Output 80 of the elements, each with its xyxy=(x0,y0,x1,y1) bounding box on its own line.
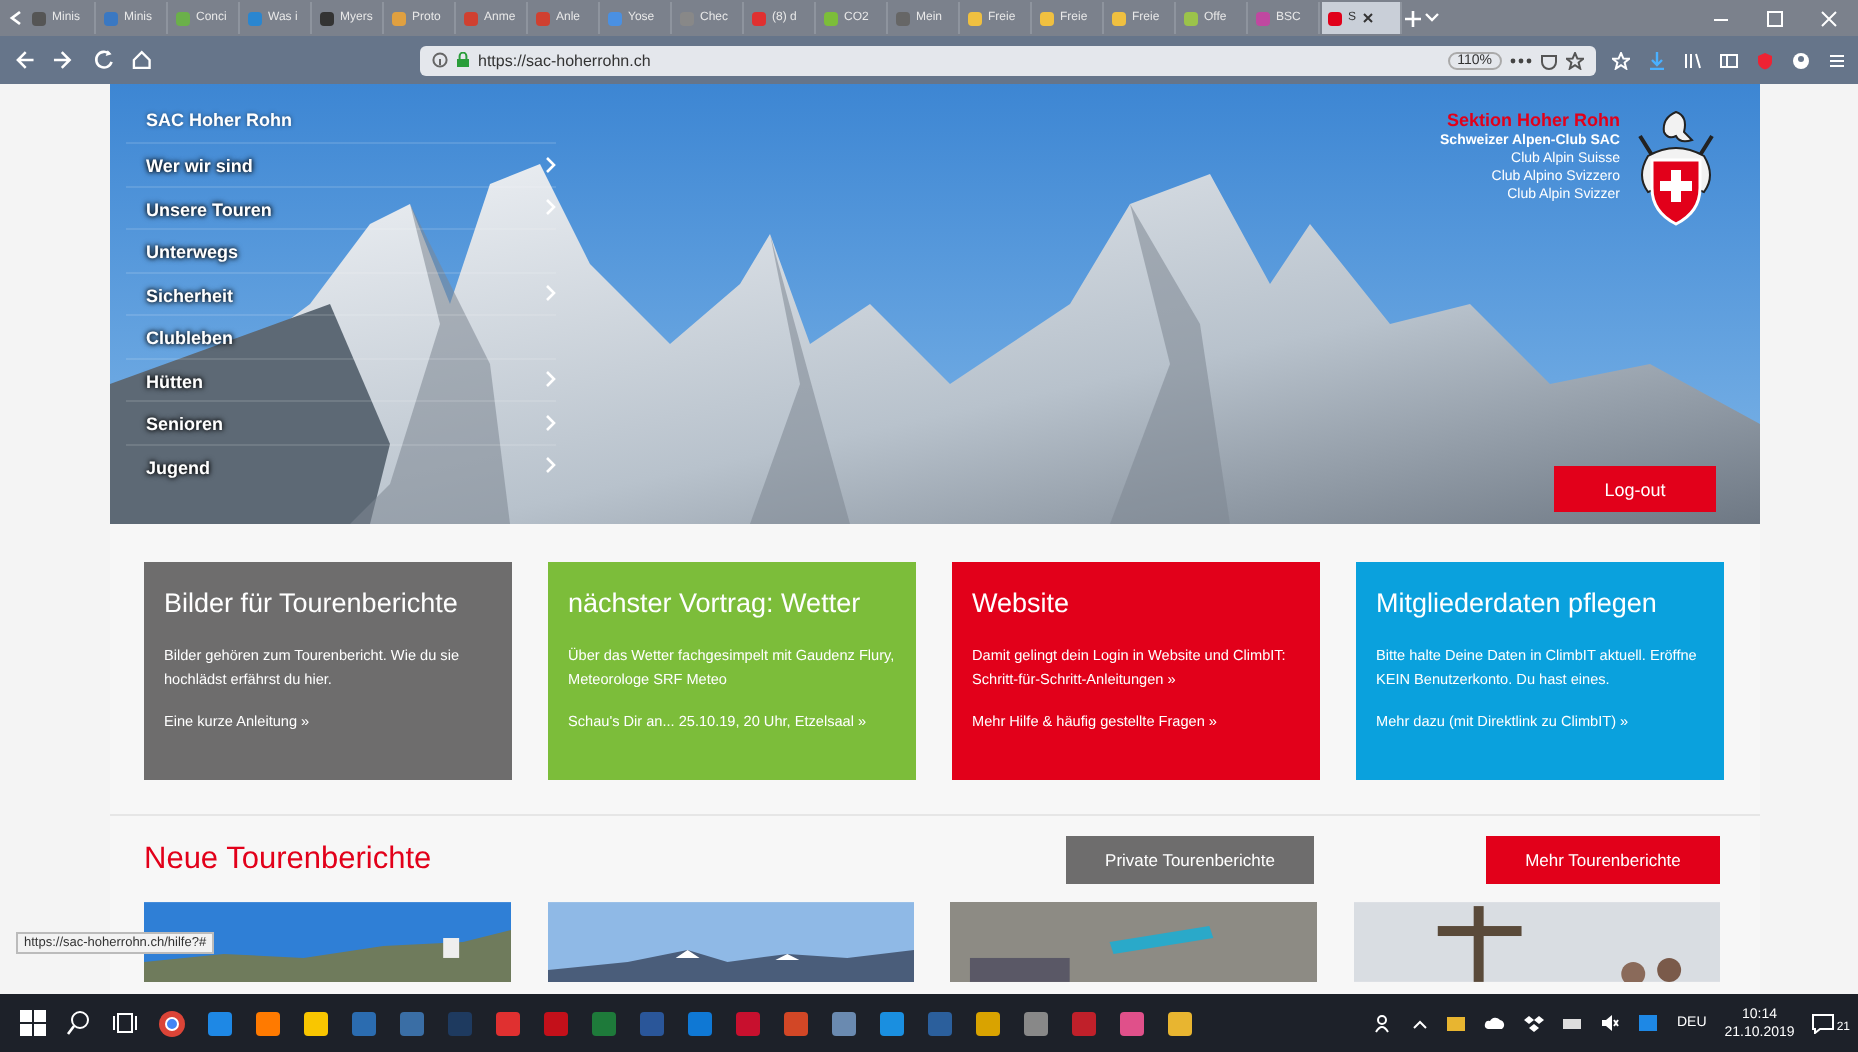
maximize-icon[interactable] xyxy=(1766,9,1784,27)
favicon-icon xyxy=(104,11,118,25)
card-title: nächster Vortrag: Wetter xyxy=(568,588,863,618)
box-icon[interactable] xyxy=(1524,1014,1545,1032)
chevron-icon xyxy=(544,155,556,174)
notification-icon[interactable] xyxy=(1812,1013,1835,1033)
star-icon[interactable] xyxy=(1565,51,1584,69)
card-title: Website xyxy=(972,588,1072,618)
mail-icon[interactable] xyxy=(1446,1015,1467,1031)
taskbar-app-icon[interactable] xyxy=(158,1009,186,1037)
favicon-icon xyxy=(392,11,406,25)
logout-button[interactable]: Log-out xyxy=(1554,466,1716,512)
menu-item[interactable]: Wer wir sind xyxy=(126,142,556,185)
cloud-icon[interactable] xyxy=(1484,1016,1507,1030)
favicon-icon xyxy=(464,11,478,25)
favicon-icon xyxy=(1184,11,1198,25)
info-icon[interactable] xyxy=(432,52,448,68)
menu-item[interactable]: Hütten xyxy=(126,357,556,400)
scroll-left-icon[interactable] xyxy=(8,10,24,26)
battery-icon[interactable] xyxy=(1562,1015,1583,1031)
favicon-icon xyxy=(32,11,46,25)
menu-icon[interactable] xyxy=(1828,51,1846,69)
favicon-icon xyxy=(1112,11,1126,25)
lock-icon xyxy=(456,52,470,68)
menu-item[interactable]: Sicherheit xyxy=(126,271,556,314)
favicon-icon xyxy=(1256,11,1270,25)
menu-item[interactable]: Unsere Touren xyxy=(126,185,556,228)
chevron-icon xyxy=(544,456,556,475)
taskbar-app-icon[interactable] xyxy=(254,1009,282,1037)
menu-title[interactable]: SAC Hoher Rohn xyxy=(126,100,556,142)
chevron-icon xyxy=(544,198,556,217)
taskbar-app-icon[interactable] xyxy=(1166,1009,1194,1037)
taskbar-app-icon[interactable] xyxy=(302,1009,330,1037)
card-title: Mitgliederdaten pflegen xyxy=(1376,588,1659,618)
card-title: Bilder für Tourenberichte xyxy=(164,588,460,618)
dropdown-icon[interactable] xyxy=(1424,12,1440,24)
reload-icon[interactable] xyxy=(91,48,115,72)
bookmarks-icon[interactable] xyxy=(1612,51,1630,69)
favicon-icon xyxy=(1040,11,1054,25)
favicon-icon xyxy=(1328,11,1342,25)
forward-icon[interactable] xyxy=(51,48,75,72)
favicon-icon xyxy=(176,11,190,25)
favicon-icon xyxy=(968,11,982,25)
favicon-icon xyxy=(536,11,550,25)
menu-item[interactable]: Jugend xyxy=(126,443,556,486)
home-icon[interactable] xyxy=(130,48,154,72)
library-icon[interactable] xyxy=(1684,51,1702,69)
favicon-icon xyxy=(824,11,838,25)
tour-photo[interactable] xyxy=(547,902,914,982)
pocket-icon[interactable] xyxy=(1539,51,1558,69)
favicon-icon xyxy=(896,11,910,25)
section-name: Sektion Hoher Rohn xyxy=(1446,108,1620,132)
account-icon[interactable] xyxy=(1792,51,1810,69)
chevron-icon xyxy=(544,370,556,389)
search-icon[interactable] xyxy=(66,1010,92,1036)
section-heading: Neue Tourenberichte xyxy=(144,842,432,878)
chevron-icon xyxy=(544,284,556,303)
task-view-icon[interactable] xyxy=(112,1010,138,1036)
close-icon[interactable] xyxy=(1362,12,1375,24)
taskbar-app-icon[interactable] xyxy=(974,1009,1002,1037)
plus-icon[interactable] xyxy=(1404,9,1422,27)
tour-photo[interactable] xyxy=(1353,902,1720,982)
more-reports-button[interactable]: Mehr Tourenberichte xyxy=(1486,836,1720,884)
private-reports-button[interactable]: Private Tourenberichte xyxy=(1066,836,1314,884)
menu-item[interactable]: Unterwegs xyxy=(126,228,556,271)
more-icon[interactable] xyxy=(1509,57,1532,63)
menu-item[interactable]: Senioren xyxy=(126,400,556,443)
favicon-icon xyxy=(608,11,622,25)
chevron-icon xyxy=(544,413,556,432)
favicon-icon xyxy=(752,11,766,25)
sidebar-icon[interactable] xyxy=(1720,51,1738,69)
people-icon[interactable] xyxy=(1374,1013,1395,1033)
favicon-icon xyxy=(320,11,334,25)
menu-item[interactable]: Clubleben xyxy=(126,314,556,357)
back-icon[interactable] xyxy=(12,48,36,72)
chevron-up-icon[interactable] xyxy=(1412,1017,1429,1029)
speaker-muted-icon[interactable] xyxy=(1600,1014,1621,1032)
favicon-icon xyxy=(248,11,262,25)
start-icon[interactable] xyxy=(20,1010,46,1036)
url-text: https://sac-hoherrohn.ch xyxy=(478,51,651,69)
